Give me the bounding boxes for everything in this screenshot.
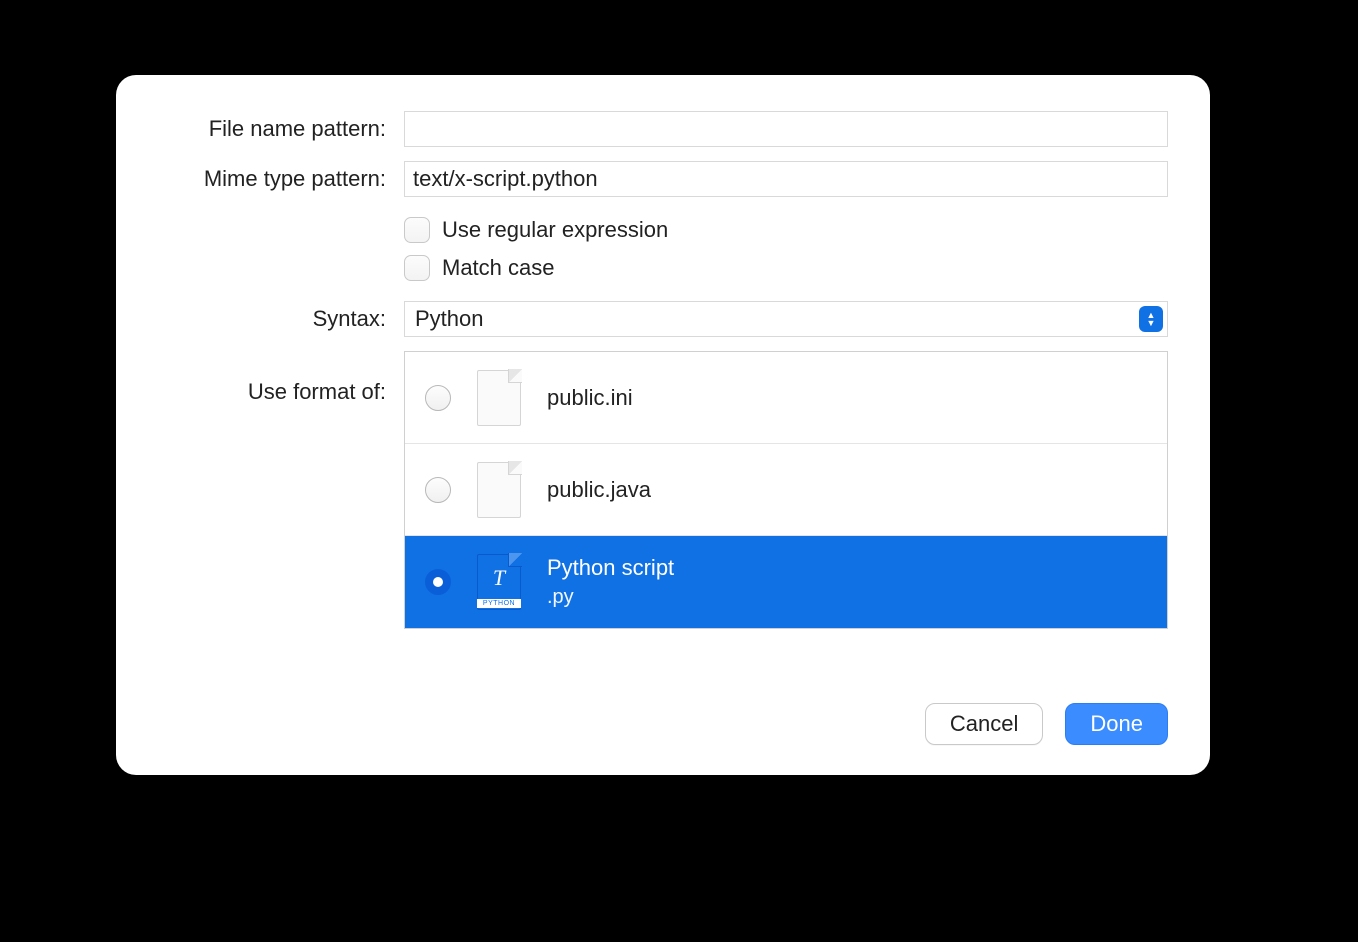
file-type-dialog: File name pattern: Mime type pattern: Us… [116,75,1210,775]
format-item-ini[interactable]: public.ini [405,352,1167,444]
mime-type-pattern-input[interactable] [404,161,1168,197]
row-use-regex: Use regular expression Match case [158,211,1168,287]
cancel-button[interactable]: Cancel [925,703,1043,745]
syntax-select[interactable]: Python ▲▼ [404,301,1168,337]
row-use-format-of: Use format of: public.ini [158,351,1168,629]
row-syntax: Syntax: Python ▲▼ [158,301,1168,337]
label-use-regex: Use regular expression [442,217,668,243]
row-file-name-pattern: File name pattern: [158,111,1168,147]
format-radio[interactable] [425,385,451,411]
file-name-pattern-input[interactable] [404,111,1168,147]
python-file-icon: T PYTHON [477,554,521,610]
generic-file-icon [477,370,521,426]
format-title: Python script [547,554,674,582]
done-button[interactable]: Done [1065,703,1168,745]
row-mime-type-pattern: Mime type pattern: [158,161,1168,197]
format-item-java[interactable]: public.java [405,444,1167,536]
format-item-python[interactable]: T PYTHON Python script .py [405,536,1167,628]
format-title: public.java [547,476,651,504]
stepper-arrows-icon: ▲▼ [1139,306,1163,332]
match-case-checkbox[interactable] [404,255,430,281]
label-syntax: Syntax: [158,306,404,332]
format-subtitle: .py [547,585,674,610]
label-match-case: Match case [442,255,555,281]
syntax-selected-value: Python [415,306,484,332]
generic-file-icon [477,462,521,518]
label-use-format-of: Use format of: [158,351,404,405]
label-file-name-pattern: File name pattern: [158,116,404,142]
format-list: public.ini public.java T [404,351,1168,629]
format-radio[interactable] [425,569,451,595]
format-title: public.ini [547,384,633,412]
label-mime-type-pattern: Mime type pattern: [158,166,404,192]
dialog-buttons: Cancel Done [925,703,1168,745]
use-regex-checkbox[interactable] [404,217,430,243]
format-radio[interactable] [425,477,451,503]
